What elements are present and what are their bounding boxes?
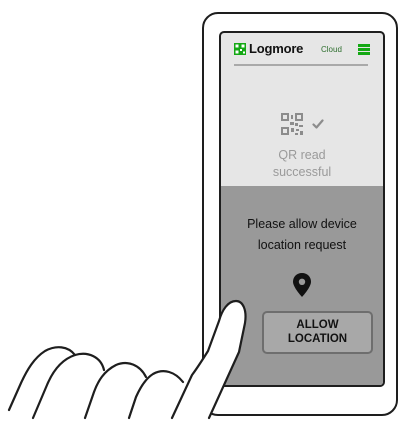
- location-request-message: Please allow device location request: [221, 214, 383, 256]
- qr-status-line: QR read: [278, 148, 326, 162]
- map-pin-icon: [293, 273, 311, 297]
- phone-screen: Logmore Cloud QR read successful Please …: [219, 31, 385, 387]
- hamburger-menu-icon[interactable]: [358, 44, 370, 55]
- allow-location-button[interactable]: ALLOW LOCATION: [262, 311, 373, 354]
- qr-status-line: successful: [272, 165, 332, 179]
- app-header: Logmore Cloud: [221, 33, 383, 73]
- brand-subtitle: Cloud: [321, 45, 342, 54]
- header-divider: [234, 64, 368, 66]
- qr-logo-icon: [234, 43, 246, 55]
- qr-code-icon: [281, 113, 303, 135]
- message-line: Please allow device: [247, 217, 357, 231]
- checkmark-icon: [312, 119, 324, 129]
- allow-button-label: ALLOW: [296, 319, 339, 331]
- location-permission-overlay: Please allow device location request ALL…: [221, 186, 383, 385]
- allow-button-label: LOCATION: [287, 333, 348, 345]
- message-line: location request: [257, 238, 347, 252]
- qr-status-text: QR read successful: [221, 147, 383, 181]
- brand-name: Logmore: [249, 41, 304, 56]
